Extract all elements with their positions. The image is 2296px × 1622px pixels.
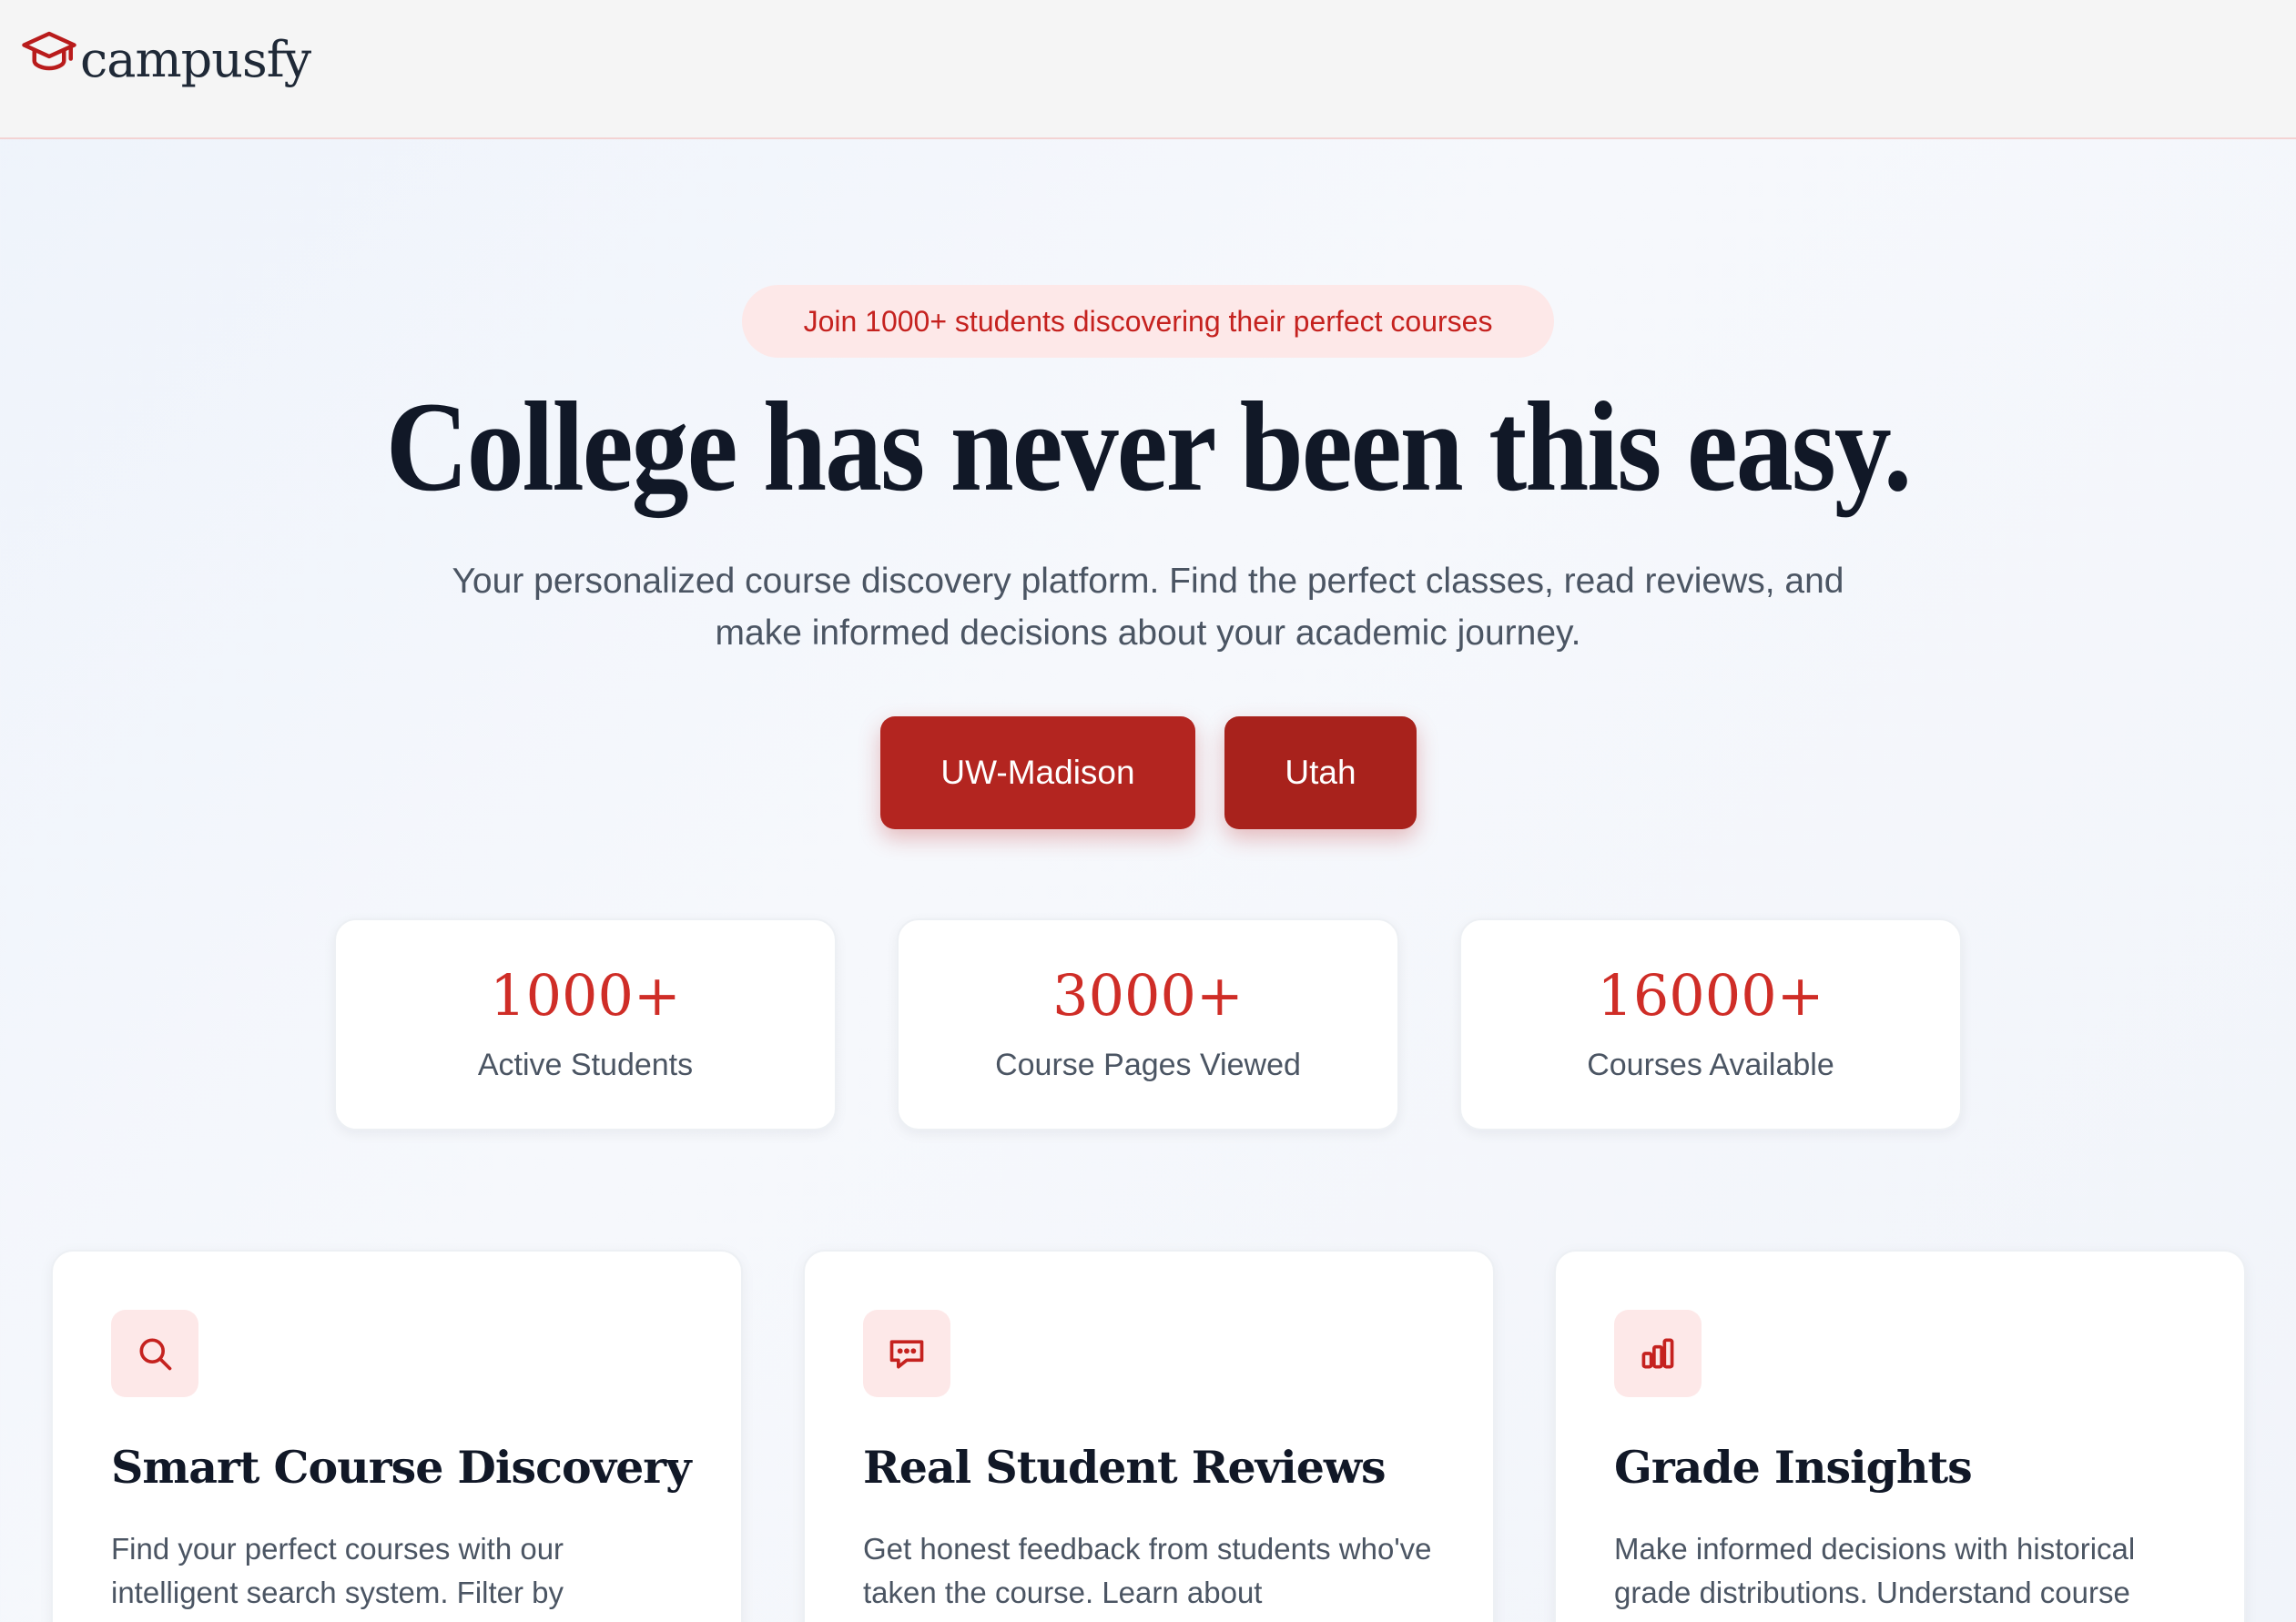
feature-card-grade-insights: Grade Insights Make informed decisions w…: [1554, 1250, 2246, 1622]
stat-card-active-students: 1000+ Active Students: [334, 918, 837, 1130]
graduation-cap-icon: [22, 29, 76, 79]
top-navigation-bar: campusfy: [0, 0, 2296, 139]
stat-value: 1000+: [490, 962, 681, 1029]
brand-logo[interactable]: campusfy: [22, 25, 311, 88]
stat-card-courses-available: 16000+ Courses Available: [1459, 918, 1962, 1130]
stat-card-course-pages-viewed: 3000+ Course Pages Viewed: [897, 918, 1399, 1130]
brand-name: campusfy: [80, 31, 311, 88]
stat-label: Courses Available: [1587, 1048, 1834, 1082]
uw-madison-button[interactable]: UW-Madison: [880, 716, 1195, 829]
feature-title: Real Student Reviews: [863, 1441, 1387, 1494]
feature-description: Get honest feedback from students who've…: [863, 1532, 1432, 1609]
feature-description: Find your perfect courses with our intel…: [111, 1532, 564, 1609]
search-icon: [111, 1310, 198, 1397]
stat-value: 16000+: [1597, 962, 1824, 1029]
feature-title: Smart Course Discovery: [111, 1441, 692, 1494]
feature-description: Make informed decisions with historical …: [1614, 1532, 2136, 1609]
utah-button[interactable]: Utah: [1224, 716, 1417, 829]
announcement-badge: Join 1000+ students discovering their pe…: [742, 285, 1554, 358]
stat-value: 3000+: [1052, 962, 1244, 1029]
hero-title: College has never been this easy.: [385, 376, 1913, 519]
bar-chart-icon: [1614, 1310, 1702, 1397]
feature-card-course-discovery: Smart Course Discovery Find your perfect…: [51, 1250, 743, 1622]
hero-subtitle: Your personalized course discovery platf…: [452, 562, 1844, 653]
feature-card-student-reviews: Real Student Reviews Get honest feedback…: [803, 1250, 1495, 1622]
stat-label: Course Pages Viewed: [995, 1048, 1301, 1082]
stat-label: Active Students: [477, 1048, 694, 1082]
chat-bubble-icon: [863, 1310, 950, 1397]
feature-title: Grade Insights: [1614, 1441, 1973, 1494]
